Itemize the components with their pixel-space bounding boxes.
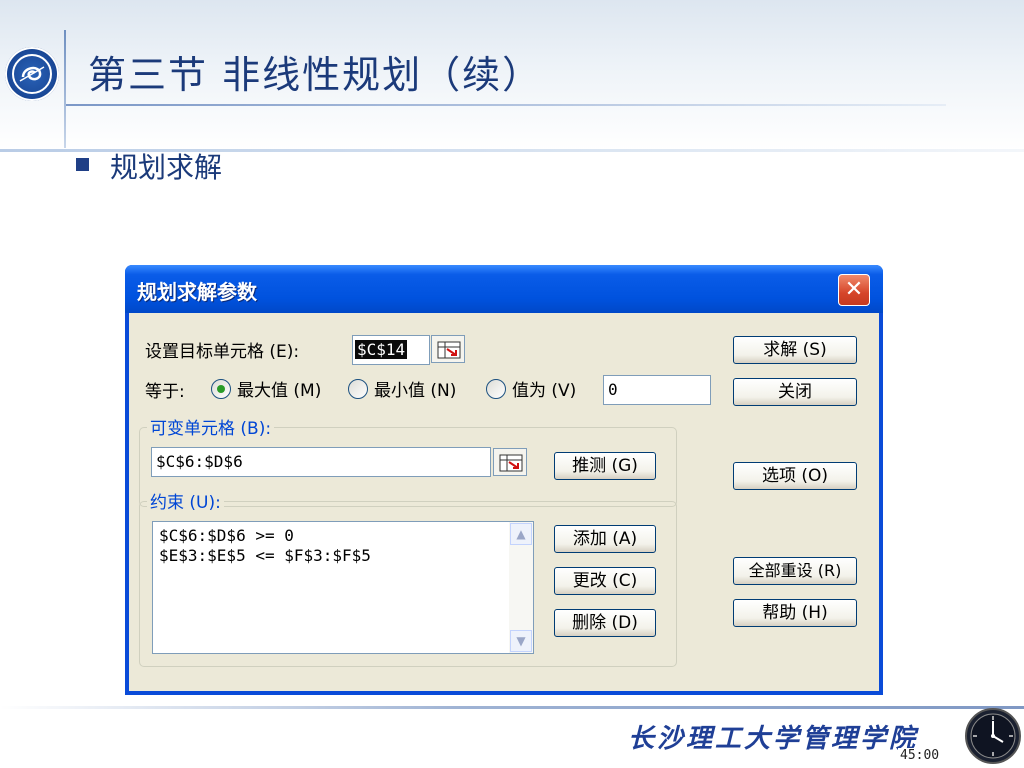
bullet-text: 规划求解 — [110, 151, 223, 184]
footer-school-name: 长沙理工大学管理学院 — [628, 724, 919, 754]
list-item[interactable]: $E$3:$E$5 <= $F$3:$F$5 — [159, 546, 371, 565]
max-radio-label[interactable]: 最大值 (M) — [237, 376, 321, 401]
dialog-body: 设置目标单元格 (E): $C$14 等于: 最大值 (M) 最小值 (N) 值… — [129, 313, 879, 691]
variable-cells-label: 可变单元格 (B): — [147, 414, 275, 439]
target-range-select-button[interactable] — [431, 335, 465, 363]
university-logo-icon — [5, 47, 59, 101]
target-cell-label: 设置目标单元格 (E): — [145, 342, 300, 362]
solve-button[interactable]: 求解 (S) — [733, 336, 857, 364]
countdown-timer: 45:00 — [898, 748, 942, 763]
reset-all-button[interactable]: 全部重设 (R) — [733, 557, 857, 585]
clock-icon — [965, 708, 1021, 764]
target-cell-value: $C$14 — [355, 340, 408, 359]
title-vertical-rule — [64, 30, 66, 148]
value-radio-label[interactable]: 值为 (V) — [512, 376, 576, 401]
list-item[interactable]: $C$6:$D$6 >= 0 — [159, 526, 294, 545]
help-button[interactable]: 帮助 (H) — [733, 599, 857, 627]
dialog-titlebar[interactable]: 规划求解参数 ✕ — [125, 265, 883, 313]
bullet-square-icon — [76, 158, 89, 171]
scroll-up-icon[interactable]: ▲ — [510, 523, 532, 545]
equals-label: 等于: — [145, 382, 185, 402]
delete-constraint-button[interactable]: 删除 (D) — [554, 609, 656, 637]
scroll-down-icon[interactable]: ▼ — [510, 630, 532, 652]
target-cell-input[interactable]: $C$14 — [352, 335, 430, 365]
page-title: 第三节 非线性规划（续） — [88, 53, 543, 97]
min-radio-label[interactable]: 最小值 (N) — [374, 376, 456, 401]
max-radio[interactable] — [211, 379, 231, 399]
solver-parameters-dialog: 规划求解参数 ✕ 设置目标单元格 (E): $C$14 等于: 最大值 (M) … — [125, 265, 883, 695]
variable-cells-input[interactable]: $C$6:$D$6 — [151, 447, 491, 477]
constraints-scrollbar[interactable]: ▲ ▼ — [509, 522, 533, 653]
options-button[interactable]: 选项 (O) — [733, 462, 857, 490]
constraints-list[interactable]: $C$6:$D$6 >= 0 $E$3:$E$5 <= $F$3:$F$5 ▲ … — [152, 521, 534, 654]
change-constraint-button[interactable]: 更改 (C) — [554, 567, 656, 595]
value-radio[interactable] — [486, 379, 506, 399]
range-select-icon — [437, 341, 461, 359]
variable-range-select-button[interactable] — [493, 448, 527, 476]
close-icon: ✕ — [844, 277, 864, 302]
dialog-close-button[interactable]: ✕ — [838, 274, 870, 306]
close-button[interactable]: 关闭 — [733, 378, 857, 406]
add-constraint-button[interactable]: 添加 (A) — [554, 525, 656, 553]
min-radio[interactable] — [348, 379, 368, 399]
range-select-icon — [499, 454, 523, 472]
footer-rule — [0, 706, 1024, 709]
value-input[interactable]: 0 — [603, 375, 711, 405]
title-underline — [66, 104, 946, 106]
dialog-title: 规划求解参数 — [137, 280, 257, 304]
constraints-label: 约束 (U): — [147, 488, 224, 513]
guess-button[interactable]: 推测 (G) — [554, 452, 656, 480]
